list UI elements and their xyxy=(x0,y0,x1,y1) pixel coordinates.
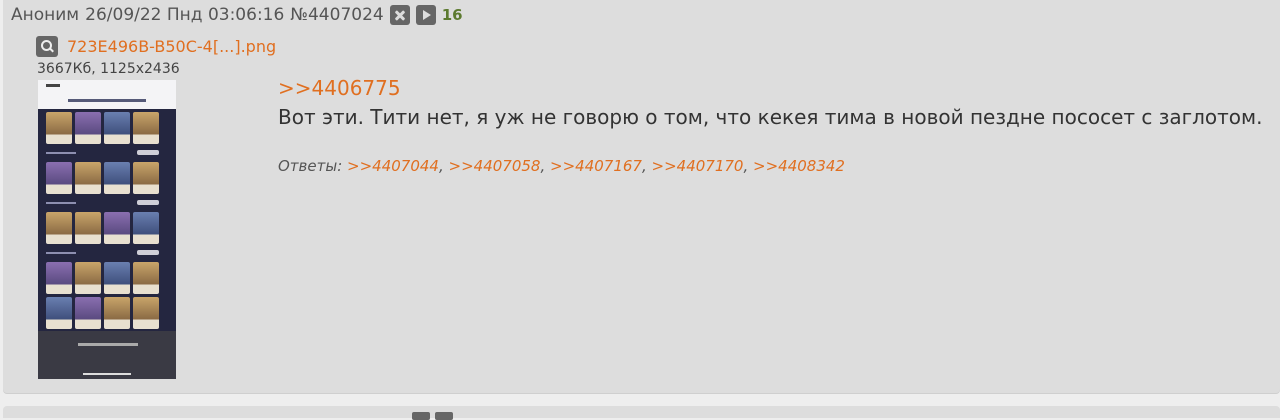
answer-link[interactable]: >>4407167 xyxy=(550,157,642,175)
file-name-link[interactable]: 723E496B-B50C-4[...].png xyxy=(67,37,276,56)
reply-count[interactable]: 16 xyxy=(442,6,463,24)
answers-row: Ответы: >>4407044, >>4407058, >>4407167,… xyxy=(278,157,845,175)
hide-post-icon[interactable] xyxy=(389,5,410,25)
thumb-browser-bar xyxy=(38,331,176,379)
next-post-hide-icon[interactable] xyxy=(412,412,430,420)
post-message: Вот эти. Тити нет, я уж не говорю о том,… xyxy=(278,105,1263,129)
post-header: Аноним 26/09/22 Пнд 03:06:16 №4407024 16 xyxy=(11,4,469,26)
answer-link[interactable]: >>4407170 xyxy=(652,157,744,175)
post-author: Аноним xyxy=(11,5,80,25)
quote-link[interactable]: >>4406775 xyxy=(278,76,401,100)
image-thumbnail[interactable] xyxy=(38,80,176,379)
answer-link[interactable]: >>4408342 xyxy=(753,157,845,175)
next-post-play-icon[interactable] xyxy=(435,412,453,420)
play-icon[interactable] xyxy=(415,5,436,25)
answers-label: Ответы: xyxy=(278,157,348,175)
magnifier-icon[interactable] xyxy=(36,36,58,57)
file-meta: 3667Кб, 1125x2436 xyxy=(37,61,180,77)
thumb-status-bar xyxy=(38,80,176,92)
thumb-nav-bar xyxy=(38,92,176,109)
post-number[interactable]: №4407024 xyxy=(290,5,383,25)
post-date: 26/09/22 Пнд 03:06:16 xyxy=(85,5,285,25)
post: Аноним 26/09/22 Пнд 03:06:16 №4407024 16… xyxy=(3,0,1280,393)
thumb-character-grid xyxy=(46,112,166,329)
next-post xyxy=(3,406,1280,420)
answer-link[interactable]: >>4407044 xyxy=(347,157,439,175)
answer-link[interactable]: >>4407058 xyxy=(449,157,541,175)
file-row: 723E496B-B50C-4[...].png xyxy=(36,36,276,57)
